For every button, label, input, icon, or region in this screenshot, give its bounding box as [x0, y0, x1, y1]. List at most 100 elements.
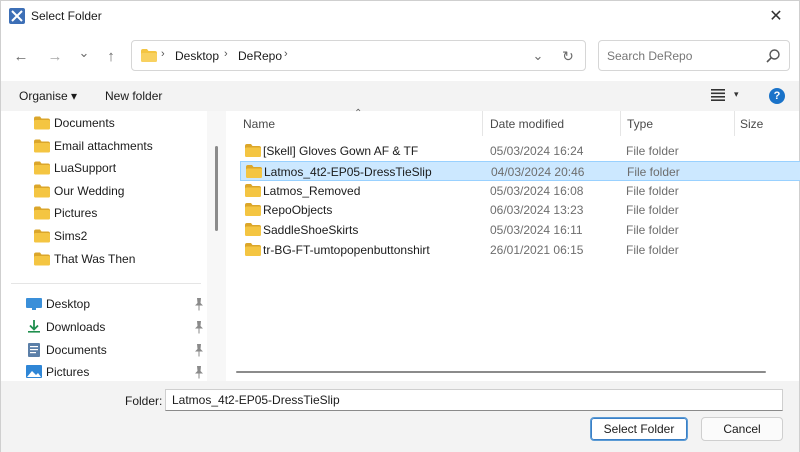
- pin-icon[interactable]: [193, 297, 205, 311]
- quick-access-item[interactable]: Downloads: [1, 316, 207, 338]
- scrollbar-thumb[interactable]: [215, 146, 218, 231]
- file-row[interactable]: SaddleShoeSkirts 05/03/2024 16:11 File fol…: [240, 220, 800, 240]
- cancel-button[interactable]: Cancel: [701, 417, 783, 441]
- refresh-button[interactable]: ↻: [559, 47, 577, 65]
- organise-menu[interactable]: Organise ▾: [19, 89, 77, 103]
- sidebar-folder-item[interactable]: Documents: [1, 112, 207, 134]
- breadcrumb-separator-icon[interactable]: ›: [224, 48, 228, 60]
- command-bar: Organise ▾ New folder ▾ ?: [1, 81, 799, 111]
- sidebar-folder-item[interactable]: Our Wedding: [1, 180, 207, 202]
- file-date-modified: 05/03/2024 16:11: [490, 223, 583, 238]
- desktop-icon: [26, 298, 42, 310]
- help-glyph: ?: [773, 90, 781, 102]
- folder-icon: [245, 223, 261, 237]
- folder-icon: [34, 139, 50, 153]
- chevron-down-icon: ⌄: [78, 45, 90, 60]
- close-button[interactable]: ✕: [753, 1, 799, 31]
- file-date-modified: 04/03/2024 20:46: [491, 164, 585, 179]
- title-bar: Select Folder ✕: [1, 1, 799, 31]
- file-name: tr-BG-FT-umtopopenbuttonshirt: [263, 243, 430, 257]
- file-type: File folder: [626, 144, 679, 158]
- quick-access-item[interactable]: Desktop: [1, 293, 207, 315]
- pin-icon[interactable]: [193, 343, 205, 357]
- folder-icon: [34, 252, 50, 266]
- folder-icon: [34, 116, 50, 130]
- column-header-type[interactable]: Type: [627, 117, 653, 131]
- sort-ascending-icon: ⌃: [354, 108, 363, 119]
- file-name: SaddleShoeSkirts: [263, 223, 359, 238]
- file-row[interactable]: Latmos_Removed 05/03/2024 16:08 File folde…: [240, 181, 800, 201]
- view-list-icon[interactable]: [711, 89, 725, 101]
- window-title: Select Folder: [31, 9, 102, 23]
- folder-icon: [245, 183, 261, 197]
- file-type: File folder: [626, 223, 679, 238]
- folder-icon: [34, 161, 50, 175]
- file-date-modified: 06/03/2024 13:23: [490, 203, 584, 218]
- address-history-button[interactable]: ⌄: [527, 45, 549, 67]
- sidebar-folder-item[interactable]: That Was Then: [1, 248, 207, 270]
- sidebar-folder-item[interactable]: Sims2: [1, 225, 207, 247]
- quick-access-label: Downloads: [46, 319, 106, 334]
- help-icon[interactable]: ?: [769, 88, 785, 104]
- download-icon: [28, 319, 40, 333]
- column-divider[interactable]: [734, 111, 735, 136]
- document-icon: [28, 342, 40, 357]
- file-type: File folder: [626, 203, 679, 218]
- sidebar-item-label: Pictures: [54, 206, 98, 221]
- column-header-size[interactable]: Size: [740, 117, 763, 131]
- back-button[interactable]: ←: [10, 45, 32, 67]
- column-divider[interactable]: [482, 111, 483, 136]
- column-header-date-modified[interactable]: Date modified: [490, 117, 564, 131]
- quick-access-item[interactable]: Pictures: [1, 361, 207, 381]
- sidebar-item-label: Documents: [54, 116, 115, 130]
- breadcrumb-separator-icon[interactable]: ›: [284, 48, 288, 60]
- refresh-icon: ↻: [562, 47, 574, 64]
- pin-icon[interactable]: [193, 320, 205, 334]
- folder-name-input[interactable]: [165, 389, 783, 411]
- folder-icon: [34, 229, 50, 243]
- quick-access-label: Documents: [46, 342, 107, 357]
- file-date-modified: 05/03/2024 16:24: [490, 144, 584, 158]
- breadcrumb-desktop[interactable]: Desktop: [175, 49, 219, 63]
- chevron-down-icon: ⌄: [532, 48, 544, 63]
- quick-access-item[interactable]: Documents: [1, 339, 207, 361]
- file-name: Latmos_Removed: [263, 183, 361, 198]
- arrow-up-icon: ↑: [107, 47, 115, 65]
- folder-icon: [141, 49, 157, 62]
- folder-icon: [245, 203, 261, 217]
- forward-button[interactable]: →: [44, 45, 66, 67]
- recent-locations-button[interactable]: ⌄: [73, 42, 95, 64]
- arrow-left-icon: ←: [13, 47, 29, 65]
- file-row[interactable]: RepoObjects 06/03/2024 13:23 File folder: [240, 200, 800, 220]
- file-row[interactable]: tr-BG-FT-umtopopenbuttonshirt 26/01/2021 …: [240, 240, 800, 260]
- close-icon: ✕: [769, 8, 783, 25]
- sidebar-item-label: That Was Then: [54, 251, 136, 266]
- file-type: File folder: [627, 164, 680, 179]
- column-divider[interactable]: [620, 111, 621, 136]
- view-options-chevron-icon[interactable]: ▾: [734, 89, 739, 100]
- navigation-bar: ← → ⌄ ↑ › Desktop › DeRepo › ⌄ ↻ Search …: [1, 31, 799, 81]
- file-list: ⌃ Name Date modified Type Size [Skell] G…: [226, 108, 800, 381]
- file-list-horizontal-scrollbar[interactable]: [236, 371, 766, 373]
- file-date-modified: 26/01/2021 06:15: [490, 243, 584, 257]
- sidebar-folder-item[interactable]: Email attachments: [1, 135, 207, 157]
- sidebar-folder-item[interactable]: Pictures: [1, 202, 207, 224]
- sidebar-folder-item[interactable]: LuaSupport: [1, 157, 207, 179]
- select-folder-button[interactable]: Select Folder: [590, 417, 688, 441]
- search-box[interactable]: Search DeRepo: [598, 40, 790, 71]
- column-header-name[interactable]: Name: [243, 117, 275, 131]
- breadcrumb-derepo[interactable]: DeRepo: [238, 49, 282, 63]
- file-name: [Skell] Gloves Gown AF & TF: [263, 144, 419, 158]
- navigation-pane-scrollbar[interactable]: [207, 111, 226, 381]
- dialog-footer: Folder: Select Folder Cancel: [1, 381, 799, 452]
- new-folder-button[interactable]: New folder: [105, 89, 162, 103]
- file-type: File folder: [626, 183, 679, 198]
- address-bar[interactable]: › Desktop › DeRepo › ⌄ ↻: [131, 40, 586, 71]
- file-row[interactable]: Latmos_4t2-EP05-DressTieSlip 04/03/2024 2…: [240, 160, 800, 181]
- search-input[interactable]: Search DeRepo: [607, 49, 692, 63]
- pin-icon[interactable]: [193, 365, 205, 379]
- file-row[interactable]: [Skell] Gloves Gown AF & TF 05/03/2024 16…: [240, 141, 800, 161]
- up-button[interactable]: ↑: [100, 45, 122, 67]
- folder-icon: [34, 206, 50, 220]
- select-folder-dialog: Select Folder ✕ ← → ⌄ ↑ › Desktop › DeRe…: [0, 0, 800, 452]
